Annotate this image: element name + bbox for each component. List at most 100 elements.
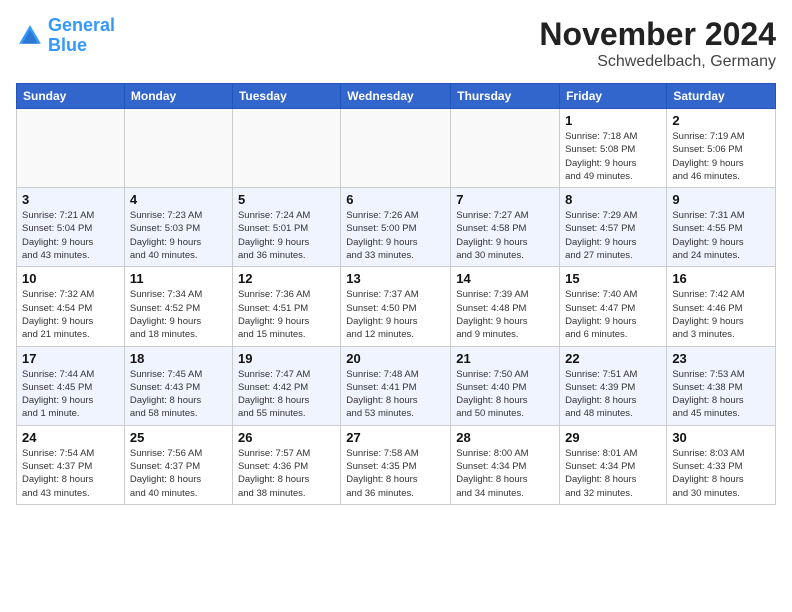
day-number: 8 [565,192,661,207]
calendar-cell: 5 Sunrise: 7:24 AM Sunset: 5:01 PM Daylig… [232,188,340,267]
calendar-cell: 24Sunrise: 7:54 AM Sunset: 4:37 PM Dayli… [17,425,125,504]
day-number: 5 [238,192,335,207]
day-info: Sunrise: 7:51 AM Sunset: 4:39 PM Dayligh… [565,368,661,421]
calendar-cell: 14 Sunrise: 7:39 AM Sunset: 4:48 PM Dayli… [451,267,560,346]
day-info: Sunrise: 7:47 AM Sunset: 4:42 PM Dayligh… [238,368,335,421]
calendar-cell: 30 Sunrise: 8:03 AM Sunset: 4:33 PM Dayli… [667,425,776,504]
day-number: 23 [672,351,770,366]
day-info: Sunrise: 7:36 AM Sunset: 4:51 PM Dayligh… [238,288,335,341]
day-info: Sunrise: 7:23 AM Sunset: 5:03 PM Dayligh… [130,209,227,262]
day-info: Sunrise: 7:32 AM Sunset: 4:54 PM Dayligh… [22,288,119,341]
day-info: Sunrise: 7:18 AM Sunset: 5:08 PM Dayligh… [565,130,661,183]
calendar-cell: 10 Sunrise: 7:32 AM Sunset: 4:54 PM Dayli… [17,267,125,346]
day-number: 7 [456,192,554,207]
calendar-cell: 3Sunrise: 7:21 AM Sunset: 5:04 PM Daylig… [17,188,125,267]
calendar-cell: 12 Sunrise: 7:36 AM Sunset: 4:51 PM Dayli… [232,267,340,346]
calendar-cell: 1Sunrise: 7:18 AM Sunset: 5:08 PM Daylig… [560,109,667,188]
day-info: Sunrise: 7:40 AM Sunset: 4:47 PM Dayligh… [565,288,661,341]
calendar-cell: 22Sunrise: 7:51 AM Sunset: 4:39 PM Dayli… [560,346,667,425]
calendar: SundayMondayTuesdayWednesdayThursdayFrid… [16,83,776,505]
calendar-cell: 8 Sunrise: 7:29 AM Sunset: 4:57 PM Daylig… [560,188,667,267]
calendar-cell: 16Sunrise: 7:42 AM Sunset: 4:46 PM Dayli… [667,267,776,346]
day-number: 26 [238,430,335,445]
day-info: Sunrise: 7:53 AM Sunset: 4:38 PM Dayligh… [672,368,770,421]
day-number: 29 [565,430,661,445]
day-number: 21 [456,351,554,366]
day-info: Sunrise: 7:57 AM Sunset: 4:36 PM Dayligh… [238,447,335,500]
logo: General Blue [16,16,115,56]
calendar-cell [341,109,451,188]
day-number: 18 [130,351,227,366]
day-info: Sunrise: 7:34 AM Sunset: 4:52 PM Dayligh… [130,288,227,341]
day-number: 28 [456,430,554,445]
day-number: 6 [346,192,445,207]
logo-line1: General [48,15,115,35]
day-number: 19 [238,351,335,366]
day-info: Sunrise: 8:01 AM Sunset: 4:34 PM Dayligh… [565,447,661,500]
day-number: 27 [346,430,445,445]
location: Schwedelbach, Germany [539,53,776,71]
title-block: November 2024 Schwedelbach, Germany [539,16,776,71]
day-number: 15 [565,271,661,286]
calendar-cell: 27 Sunrise: 7:58 AM Sunset: 4:35 PM Dayli… [341,425,451,504]
day-info: Sunrise: 7:19 AM Sunset: 5:06 PM Dayligh… [672,130,770,183]
day-info: Sunrise: 7:45 AM Sunset: 4:43 PM Dayligh… [130,368,227,421]
calendar-week-row: 3Sunrise: 7:21 AM Sunset: 5:04 PM Daylig… [17,188,776,267]
day-number: 13 [346,271,445,286]
calendar-cell: 2 Sunrise: 7:19 AM Sunset: 5:06 PM Daylig… [667,109,776,188]
day-number: 30 [672,430,770,445]
calendar-cell: 26 Sunrise: 7:57 AM Sunset: 4:36 PM Dayli… [232,425,340,504]
day-number: 25 [130,430,227,445]
day-info: Sunrise: 8:00 AM Sunset: 4:34 PM Dayligh… [456,447,554,500]
day-info: Sunrise: 7:27 AM Sunset: 4:58 PM Dayligh… [456,209,554,262]
page-header: General Blue November 2024 Schwedelbach,… [16,16,776,71]
day-number: 10 [22,271,119,286]
calendar-cell [232,109,340,188]
day-info: Sunrise: 8:03 AM Sunset: 4:33 PM Dayligh… [672,447,770,500]
weekday-header: Friday [560,84,667,109]
day-number: 17 [22,351,119,366]
day-info: Sunrise: 7:56 AM Sunset: 4:37 PM Dayligh… [130,447,227,500]
day-info: Sunrise: 7:48 AM Sunset: 4:41 PM Dayligh… [346,368,445,421]
calendar-week-row: 1Sunrise: 7:18 AM Sunset: 5:08 PM Daylig… [17,109,776,188]
weekday-header: Monday [124,84,232,109]
calendar-cell: 6 Sunrise: 7:26 AM Sunset: 5:00 PM Daylig… [341,188,451,267]
calendar-cell [124,109,232,188]
month-title: November 2024 [539,16,776,53]
day-number: 2 [672,113,770,128]
day-info: Sunrise: 7:39 AM Sunset: 4:48 PM Dayligh… [456,288,554,341]
day-number: 24 [22,430,119,445]
day-info: Sunrise: 7:50 AM Sunset: 4:40 PM Dayligh… [456,368,554,421]
day-info: Sunrise: 7:58 AM Sunset: 4:35 PM Dayligh… [346,447,445,500]
calendar-cell: 20 Sunrise: 7:48 AM Sunset: 4:41 PM Dayli… [341,346,451,425]
calendar-cell: 21 Sunrise: 7:50 AM Sunset: 4:40 PM Dayli… [451,346,560,425]
day-info: Sunrise: 7:42 AM Sunset: 4:46 PM Dayligh… [672,288,770,341]
day-number: 14 [456,271,554,286]
calendar-body: 1Sunrise: 7:18 AM Sunset: 5:08 PM Daylig… [17,109,776,505]
day-info: Sunrise: 7:44 AM Sunset: 4:45 PM Dayligh… [22,368,119,421]
calendar-week-row: 24Sunrise: 7:54 AM Sunset: 4:37 PM Dayli… [17,425,776,504]
day-info: Sunrise: 7:31 AM Sunset: 4:55 PM Dayligh… [672,209,770,262]
calendar-cell: 19 Sunrise: 7:47 AM Sunset: 4:42 PM Dayli… [232,346,340,425]
day-number: 12 [238,271,335,286]
day-info: Sunrise: 7:29 AM Sunset: 4:57 PM Dayligh… [565,209,661,262]
weekday-header: Thursday [451,84,560,109]
weekday-header-row: SundayMondayTuesdayWednesdayThursdayFrid… [17,84,776,109]
calendar-cell [451,109,560,188]
day-number: 4 [130,192,227,207]
calendar-cell: 23 Sunrise: 7:53 AM Sunset: 4:38 PM Dayli… [667,346,776,425]
day-info: Sunrise: 7:26 AM Sunset: 5:00 PM Dayligh… [346,209,445,262]
calendar-cell: 17 Sunrise: 7:44 AM Sunset: 4:45 PM Dayli… [17,346,125,425]
calendar-week-row: 10 Sunrise: 7:32 AM Sunset: 4:54 PM Dayli… [17,267,776,346]
day-number: 20 [346,351,445,366]
weekday-header: Sunday [17,84,125,109]
calendar-cell: 15 Sunrise: 7:40 AM Sunset: 4:47 PM Dayli… [560,267,667,346]
calendar-cell: 29 Sunrise: 8:01 AM Sunset: 4:34 PM Dayli… [560,425,667,504]
calendar-cell: 11Sunrise: 7:34 AM Sunset: 4:52 PM Dayli… [124,267,232,346]
weekday-header: Saturday [667,84,776,109]
calendar-cell: 13 Sunrise: 7:37 AM Sunset: 4:50 PM Dayli… [341,267,451,346]
calendar-cell: 9Sunrise: 7:31 AM Sunset: 4:55 PM Daylig… [667,188,776,267]
day-info: Sunrise: 7:37 AM Sunset: 4:50 PM Dayligh… [346,288,445,341]
calendar-cell: 7 Sunrise: 7:27 AM Sunset: 4:58 PM Daylig… [451,188,560,267]
day-info: Sunrise: 7:24 AM Sunset: 5:01 PM Dayligh… [238,209,335,262]
